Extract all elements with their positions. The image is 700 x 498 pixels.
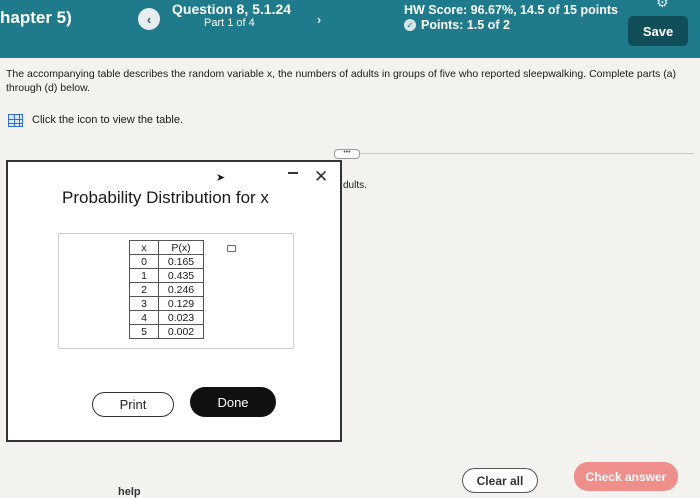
table-row: 3 0.129 — [129, 296, 204, 311]
cell-x: 0 — [129, 254, 159, 269]
cell-x: 1 — [129, 268, 159, 283]
clear-all-button[interactable]: Clear all — [462, 468, 538, 493]
table-icon[interactable] — [8, 114, 23, 127]
question-title: Question 8, 5.1.24 — [172, 1, 292, 17]
question-instructions: The accompanying table describes the ran… — [6, 68, 677, 94]
cell-x: 5 — [129, 324, 159, 339]
table-row: 2 0.246 — [129, 282, 204, 297]
print-button[interactable]: Print — [92, 392, 174, 417]
column-header-x: x — [129, 240, 159, 255]
section-divider — [344, 153, 694, 154]
question-text-fragment: dults. — [343, 180, 367, 191]
minimize-icon[interactable] — [288, 172, 298, 174]
probability-distribution-table: x P(x) 0 0.165 1 0.435 2 0.246 3 0.129 4… — [129, 240, 204, 339]
next-question-button[interactable]: › — [308, 8, 330, 30]
save-button[interactable]: Save — [628, 16, 688, 46]
points-status: ✓ Points: 1.5 of 2 — [404, 18, 510, 32]
cell-px: 0.023 — [158, 310, 204, 325]
chevron-left-icon: ‹ — [146, 11, 152, 27]
cell-px: 0.129 — [158, 296, 204, 311]
question-part: Part 1 of 4 — [204, 17, 255, 29]
table-container: x P(x) 0 0.165 1 0.435 2 0.246 3 0.129 4… — [58, 233, 294, 349]
points-label: Points: 1.5 of 2 — [421, 18, 510, 32]
column-header-px: P(x) — [158, 240, 204, 255]
help-link[interactable]: help — [118, 486, 141, 498]
expand-handle-icon[interactable]: ••• — [334, 149, 360, 159]
settings-gear-icon[interactable]: ⚙ — [656, 0, 669, 11]
check-answer-button[interactable]: Check answer — [574, 462, 678, 491]
table-row: 1 0.435 — [129, 268, 204, 283]
cell-x: 4 — [129, 310, 159, 325]
close-icon[interactable]: ✕ — [314, 168, 328, 185]
dialog-title: Probability Distribution for x — [62, 188, 269, 207]
cell-px: 0.246 — [158, 282, 204, 297]
probability-table-dialog: ➤ ✕ Probability Distribution for x x P(x… — [6, 160, 342, 442]
hw-score: HW Score: 96.67%, 14.5 of 15 points — [404, 3, 618, 17]
partial-check-icon: ✓ — [404, 19, 416, 31]
cell-x: 3 — [129, 296, 159, 311]
previous-question-button[interactable]: ‹ — [138, 8, 160, 30]
cell-px: 0.002 — [158, 324, 204, 339]
table-row: 4 0.023 — [129, 310, 204, 325]
table-header-row: x P(x) — [129, 240, 204, 255]
cell-x: 2 — [129, 282, 159, 297]
cell-px: 0.435 — [158, 268, 204, 283]
cell-px: 0.165 — [158, 254, 204, 269]
table-row: 0 0.165 — [129, 254, 204, 269]
chevron-right-icon: › — [316, 11, 322, 27]
chapter-label: hapter 5) — [0, 8, 72, 27]
table-row: 5 0.002 — [129, 324, 204, 339]
view-table-link[interactable]: Click the icon to view the table. — [32, 114, 183, 126]
header-bar: hapter 5) ‹ Question 8, 5.1.24 Part 1 of… — [0, 0, 700, 58]
done-button[interactable]: Done — [190, 387, 276, 417]
copy-table-icon[interactable] — [227, 245, 236, 252]
mouse-cursor-icon: ➤ — [216, 172, 226, 184]
